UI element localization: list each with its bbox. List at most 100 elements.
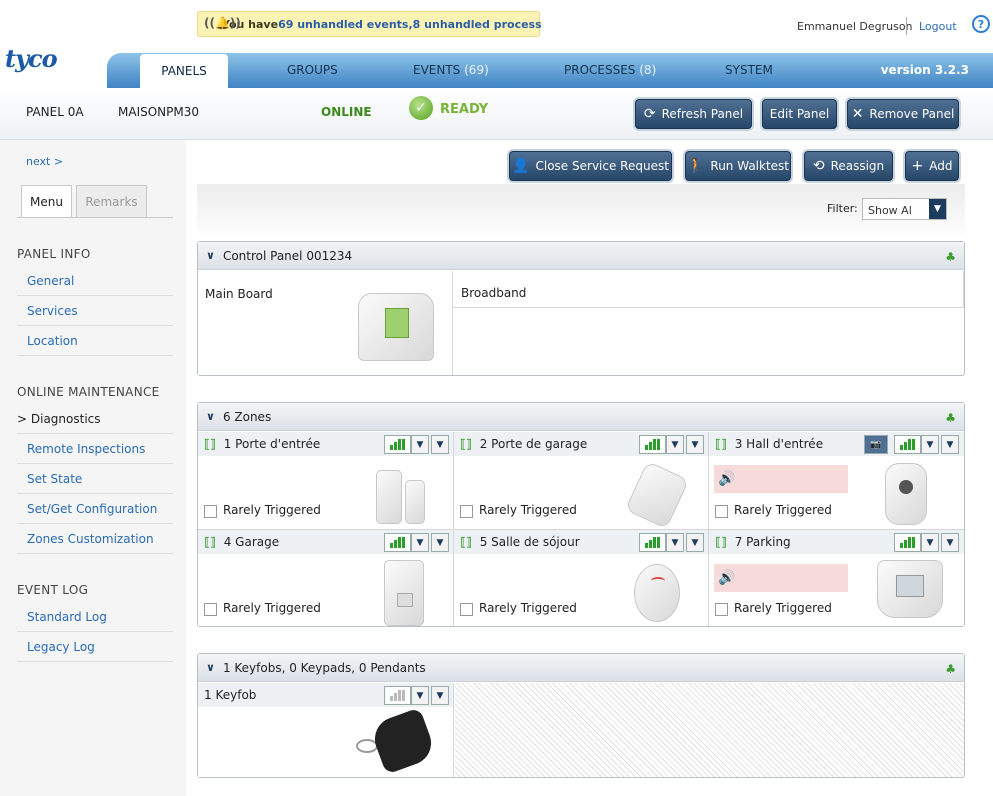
- zone-card[interactable]: ⟦⟧ 7 Parking ▼ ▼ 🔊 Rarely Triggered: [709, 530, 964, 626]
- zone-number: 7: [734, 535, 743, 549]
- chevron-down-icon[interactable]: ▼: [941, 533, 959, 552]
- chevron-down-icon[interactable]: ▼: [411, 533, 429, 552]
- signal-icon[interactable]: [894, 533, 921, 552]
- run-walktest-label: Run Walktest: [710, 159, 790, 173]
- zone-number: 3: [734, 437, 743, 451]
- sidebar-item-set-get-configuration[interactable]: Set/Get Configuration: [17, 494, 173, 524]
- zone-card[interactable]: ⟦⟧ 2 Porte de garage ▼ ▼ Rarely Triggered: [454, 432, 709, 530]
- add-button[interactable]: + Add: [905, 151, 959, 181]
- unhandled-events-link[interactable]: 69 unhandled events: [278, 18, 408, 31]
- sidebar-item-location[interactable]: Location: [17, 326, 173, 356]
- section-event-log: EVENT LOG: [17, 583, 89, 597]
- rarely-triggered-checkbox[interactable]: [460, 603, 473, 616]
- keyfob-card[interactable]: 1 Keyfob ▼ ▼: [198, 683, 454, 777]
- refresh-icon: ⟳: [643, 106, 656, 122]
- logout-link[interactable]: Logout: [919, 20, 957, 33]
- close-service-request-button[interactable]: 👤 Close Service Request: [509, 151, 672, 181]
- sidebar-item-zones-customization[interactable]: Zones Customization: [17, 524, 173, 554]
- chevron-down-icon[interactable]: ▼: [686, 533, 704, 552]
- empty-slot: [455, 683, 964, 777]
- chevron-down-icon[interactable]: ▼: [431, 533, 449, 552]
- alarm-indicator: 🔊: [714, 465, 848, 493]
- broadband-label: Broadband: [461, 286, 527, 300]
- speaker-icon: 🔊: [718, 471, 736, 487]
- remove-panel-button[interactable]: ✕ Remove Panel: [847, 99, 959, 129]
- door-sensor-image: [376, 470, 402, 524]
- help-icon[interactable]: ?: [972, 15, 990, 33]
- rarely-triggered-checkbox[interactable]: [715, 603, 728, 616]
- chevron-down-icon: ∨: [206, 661, 215, 674]
- sidebar-item-services[interactable]: Services: [17, 296, 173, 326]
- chevron-down-icon[interactable]: ▼: [921, 533, 939, 552]
- rarely-triggered-checkbox[interactable]: [460, 505, 473, 518]
- signal-icon[interactable]: [384, 533, 411, 552]
- zone-card[interactable]: ⟦⟧ 5 Salle de sójour ▼ ▼ Rarely Triggered: [454, 530, 709, 626]
- chevron-down-icon[interactable]: ▼: [431, 686, 449, 705]
- sidebar-item-legacy-log[interactable]: Legacy Log: [17, 632, 173, 662]
- signal-icon[interactable]: [894, 435, 921, 454]
- filter-value: Show Al: [868, 204, 912, 217]
- filter-select[interactable]: Show Al ▼: [862, 198, 947, 220]
- sidebar-item-standard-log[interactable]: Standard Log: [17, 602, 173, 632]
- pir-window: [397, 593, 413, 607]
- chevron-down-icon[interactable]: ▼: [686, 435, 704, 454]
- chevron-down-icon[interactable]: ▼: [666, 435, 684, 454]
- refresh-panel-label: Refresh Panel: [661, 107, 744, 121]
- chevron-down-icon[interactable]: ▼: [431, 435, 449, 454]
- camera-icon[interactable]: 📷: [864, 435, 888, 454]
- broadband-cell[interactable]: Broadband: [454, 271, 964, 308]
- events-count: (69): [464, 63, 489, 77]
- chevron-down-icon[interactable]: ▼: [666, 533, 684, 552]
- tab-menu[interactable]: Menu: [21, 185, 72, 218]
- rarely-triggered-checkbox[interactable]: [204, 505, 217, 518]
- zone-icon: ⟦⟧: [460, 437, 472, 451]
- reassign-button[interactable]: ⟲ Reassign: [804, 151, 893, 181]
- nav-tab-events-label: EVENTS: [413, 63, 461, 77]
- zones-header[interactable]: ∨ 6 Zones ♣: [198, 403, 964, 431]
- walk-icon: 🚶: [686, 158, 705, 174]
- sidebar-item-remote-inspections[interactable]: Remote Inspections: [17, 434, 173, 464]
- panel-id: PANEL 0A: [26, 105, 84, 119]
- user-icon: 👤: [512, 158, 530, 174]
- zone-icon: ⟦⟧: [715, 437, 727, 451]
- zone-name: Porte de garage: [491, 437, 588, 451]
- signal-icon[interactable]: [639, 533, 666, 552]
- rarely-triggered-checkbox[interactable]: [204, 603, 217, 616]
- nav-tab-processes[interactable]: PROCESSES (8): [564, 63, 656, 77]
- zone-card[interactable]: ⟦⟧ 1 Porte d'entrée ▼ ▼ Rarely Triggered: [198, 432, 454, 530]
- chevron-down-icon[interactable]: ▼: [921, 435, 939, 454]
- signal-icon[interactable]: [384, 686, 411, 705]
- refresh-panel-button[interactable]: ⟳ Refresh Panel: [635, 99, 752, 129]
- keyfobs-header[interactable]: ∨ 1 Keyfobs, 0 Keypads, 0 Pendants ♣: [198, 654, 964, 682]
- sidebar-item-set-state[interactable]: Set State: [17, 464, 173, 494]
- reassign-label: Reassign: [830, 159, 885, 173]
- edit-panel-button[interactable]: Edit Panel: [762, 99, 837, 129]
- run-walktest-button[interactable]: 🚶 Run Walktest: [685, 151, 791, 181]
- chevron-down-icon[interactable]: ▼: [411, 435, 429, 454]
- zone-card[interactable]: ⟦⟧ 4 Garage ▼ ▼ Rarely Triggered: [198, 530, 454, 626]
- nav-tab-system[interactable]: SYSTEM: [725, 63, 773, 77]
- unhandled-notification[interactable]: ((🔔)) You have 69 unhandled events , 8 u…: [197, 11, 542, 37]
- speaker-icon: 🔊: [718, 570, 736, 586]
- next-link[interactable]: next >: [26, 155, 63, 168]
- zone-card[interactable]: ⟦⟧ 3 Hall d'entrée 📷 ▼ ▼ 🔊 Rarely Trigger…: [709, 432, 964, 530]
- chevron-down-icon[interactable]: ▼: [941, 435, 959, 454]
- signal-icon[interactable]: [639, 435, 666, 454]
- nav-tab-events[interactable]: EVENTS (69): [413, 63, 489, 77]
- rarely-triggered-checkbox[interactable]: [715, 505, 728, 518]
- panel-name: MAISONPM30: [118, 105, 199, 119]
- section-panel-info: PANEL INFO: [17, 247, 91, 261]
- sidebar-item-diagnostics[interactable]: > Diagnostics: [17, 404, 173, 434]
- sidebar-item-general[interactable]: General: [17, 266, 173, 296]
- main-board-cell[interactable]: Main Board: [198, 271, 453, 375]
- tab-remarks[interactable]: Remarks: [76, 185, 147, 218]
- tab-divider: [17, 217, 173, 218]
- divider: [906, 17, 907, 35]
- chevron-down-icon[interactable]: ▼: [411, 686, 429, 705]
- unhandled-process-link[interactable]: 8 unhandled process: [413, 18, 542, 31]
- signal-icon[interactable]: [384, 435, 411, 454]
- nav-tab-groups[interactable]: GROUPS: [287, 63, 338, 77]
- nav-tab-panels[interactable]: PANELS: [140, 54, 228, 88]
- control-panel-header[interactable]: ∨ Control Panel 001234 ♣: [198, 242, 964, 270]
- chevron-down-icon: ▼: [929, 199, 946, 219]
